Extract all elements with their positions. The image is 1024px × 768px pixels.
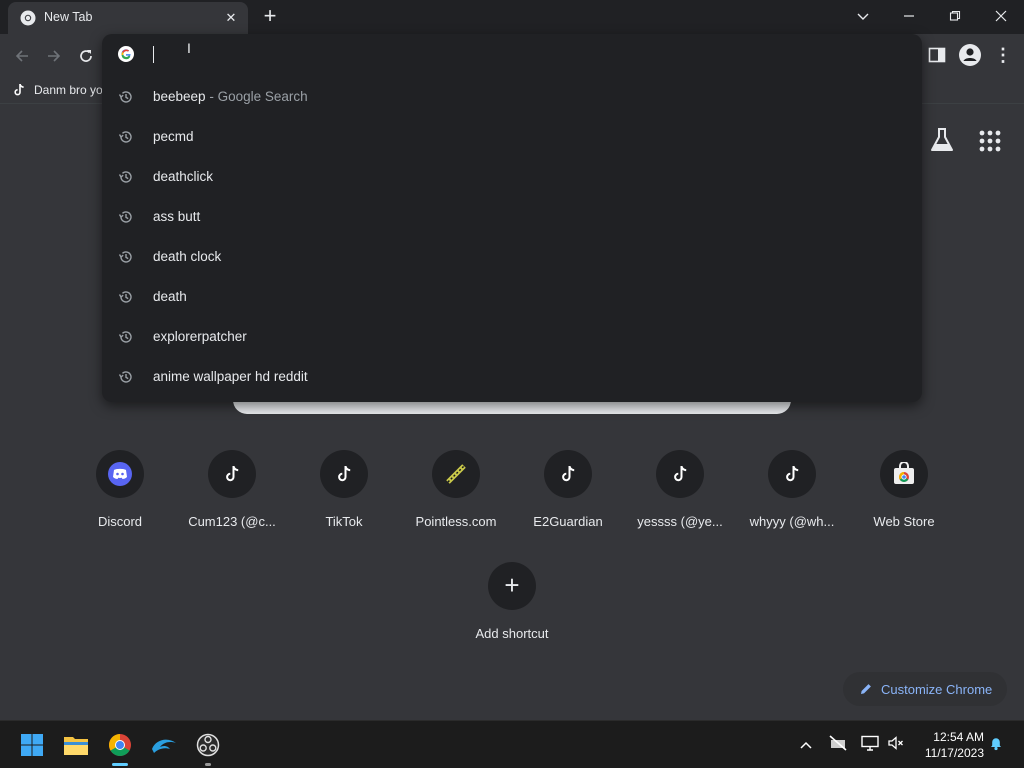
tray-overflow-icon[interactable] <box>796 735 816 755</box>
taskbar: 12:54 AM 11/17/2023 <box>0 720 1024 768</box>
shortcut-label: Discord <box>97 514 143 529</box>
bookmark-item[interactable]: Danm bro yo <box>12 80 103 100</box>
suggestion-text: death clock <box>153 249 222 264</box>
tab-new-tab[interactable]: New Tab ✕ <box>8 2 248 34</box>
pointless-icon <box>432 450 480 498</box>
suggestion-item[interactable]: explorerpatcher <box>102 317 922 357</box>
suggestion-description: - Google Search <box>209 89 308 104</box>
restore-button[interactable] <box>932 0 978 32</box>
windows-start-icon[interactable] <box>16 729 48 761</box>
shortcut-label: Cum123 (@c... <box>188 514 276 529</box>
suggestion-list: beebeep - Google Search pecmd deathclick… <box>102 77 922 397</box>
close-window-button[interactable] <box>978 0 1024 32</box>
omnibox-popup: I beebeep - Google Search pecmd deathcli… <box>102 34 922 402</box>
shortcut-web-store[interactable]: Web Store <box>848 448 960 548</box>
google-icon <box>118 46 134 62</box>
shortcut-label: yessss (@ye... <box>637 514 723 529</box>
text-caret <box>153 46 154 63</box>
web-store-icon <box>880 450 928 498</box>
history-icon <box>118 371 132 383</box>
shortcut-yessss[interactable]: yessss (@ye... <box>624 448 736 548</box>
title-bar: New Tab ✕ + <box>0 0 1024 34</box>
tiktok-icon <box>656 450 704 498</box>
shortcut-cum123[interactable]: Cum123 (@c... <box>176 448 288 548</box>
volume-muted-icon[interactable] <box>886 735 906 755</box>
suggestion-item[interactable]: deathclick <box>102 157 922 197</box>
tiktok-icon <box>544 450 592 498</box>
customize-chrome-button[interactable]: Customize Chrome <box>843 672 1007 706</box>
suggestion-item[interactable]: death <box>102 277 922 317</box>
shortcut-tiles: Discord Cum123 (@c... TikTok Pointless.c… <box>64 448 960 548</box>
suggestion-text: anime wallpaper hd reddit <box>153 369 308 384</box>
clock-date: 11/17/2023 <box>924 746 984 760</box>
history-icon <box>118 211 132 223</box>
suggestion-item[interactable]: death clock <box>102 237 922 277</box>
omnibox-input[interactable] <box>153 44 853 66</box>
chrome-icon <box>20 10 36 26</box>
active-indicator <box>112 763 128 766</box>
tiktok-icon <box>320 450 368 498</box>
shortcut-label: whyyy (@wh... <box>749 514 835 529</box>
add-shortcut-label: Add shortcut <box>475 626 549 641</box>
file-explorer-icon[interactable] <box>60 729 92 761</box>
side-panel-icon[interactable] <box>928 46 946 64</box>
pencil-icon <box>861 684 871 694</box>
labs-flask-icon[interactable] <box>928 126 956 154</box>
minimize-button[interactable] <box>886 0 932 32</box>
plus-icon: + <box>488 562 536 610</box>
clock-time: 12:54 AM <box>933 730 984 744</box>
back-button[interactable] <box>8 42 36 70</box>
obs-icon[interactable] <box>192 729 224 766</box>
chrome-taskbar-icon[interactable] <box>104 729 136 766</box>
customize-label: Customize Chrome <box>881 681 993 697</box>
suggestion-text: death <box>153 289 187 304</box>
apps-grid-icon[interactable] <box>978 129 1002 153</box>
shortcut-pointless[interactable]: Pointless.com <box>400 448 512 548</box>
history-icon <box>118 171 132 183</box>
kebab-menu-icon[interactable]: ⋮ <box>994 43 1012 67</box>
forward-button[interactable] <box>40 42 68 70</box>
suggestion-text: ass butt <box>153 209 201 224</box>
suggestion-item[interactable]: ass butt <box>102 197 922 237</box>
network-disabled-icon[interactable] <box>828 735 848 755</box>
suggestion-text: deathclick <box>153 169 214 184</box>
tiktok-icon <box>768 450 816 498</box>
ibeam-cursor-icon: I <box>187 40 191 56</box>
new-tab-button[interactable]: + <box>258 4 282 28</box>
shortcut-label: Web Store <box>873 514 935 529</box>
tab-close-icon[interactable]: ✕ <box>222 9 240 27</box>
suggestion-item[interactable]: beebeep - Google Search <box>102 77 922 117</box>
reload-button[interactable] <box>72 42 100 70</box>
shortcut-label: TikTok <box>325 514 363 529</box>
history-icon <box>118 291 132 303</box>
shortcut-tiktok[interactable]: TikTok <box>288 448 400 548</box>
tab-search-icon[interactable] <box>840 0 886 32</box>
profile-icon[interactable] <box>958 43 982 67</box>
discord-icon <box>96 450 144 498</box>
history-icon <box>118 91 132 103</box>
shortcut-whyyy[interactable]: whyyy (@wh... <box>736 448 848 548</box>
suggestion-text: beebeep <box>153 89 206 104</box>
history-icon <box>118 131 132 143</box>
shortcut-label: Pointless.com <box>415 514 497 529</box>
display-icon[interactable] <box>860 735 880 755</box>
tiktok-icon <box>208 450 256 498</box>
history-icon <box>118 251 132 263</box>
dolphin-icon[interactable] <box>148 729 180 761</box>
suggestion-item[interactable]: anime wallpaper hd reddit <box>102 357 922 397</box>
history-icon <box>118 331 132 343</box>
clock[interactable]: 12:54 AM 11/17/2023 <box>912 729 984 761</box>
suggestion-text: explorerpatcher <box>153 329 247 344</box>
running-indicator <box>205 763 211 766</box>
add-shortcut-button[interactable]: + Add shortcut <box>456 560 568 650</box>
bookmark-label: Danm bro yo <box>34 83 103 97</box>
notification-bell-icon[interactable] <box>986 735 1006 755</box>
tiktok-icon <box>14 83 24 96</box>
suggestion-text: pecmd <box>153 129 194 144</box>
suggestion-item[interactable]: pecmd <box>102 117 922 157</box>
shortcut-e2guardian[interactable]: E2Guardian <box>512 448 624 548</box>
shortcut-label: E2Guardian <box>533 514 603 529</box>
tab-title: New Tab <box>44 10 93 24</box>
shortcut-discord[interactable]: Discord <box>64 448 176 548</box>
